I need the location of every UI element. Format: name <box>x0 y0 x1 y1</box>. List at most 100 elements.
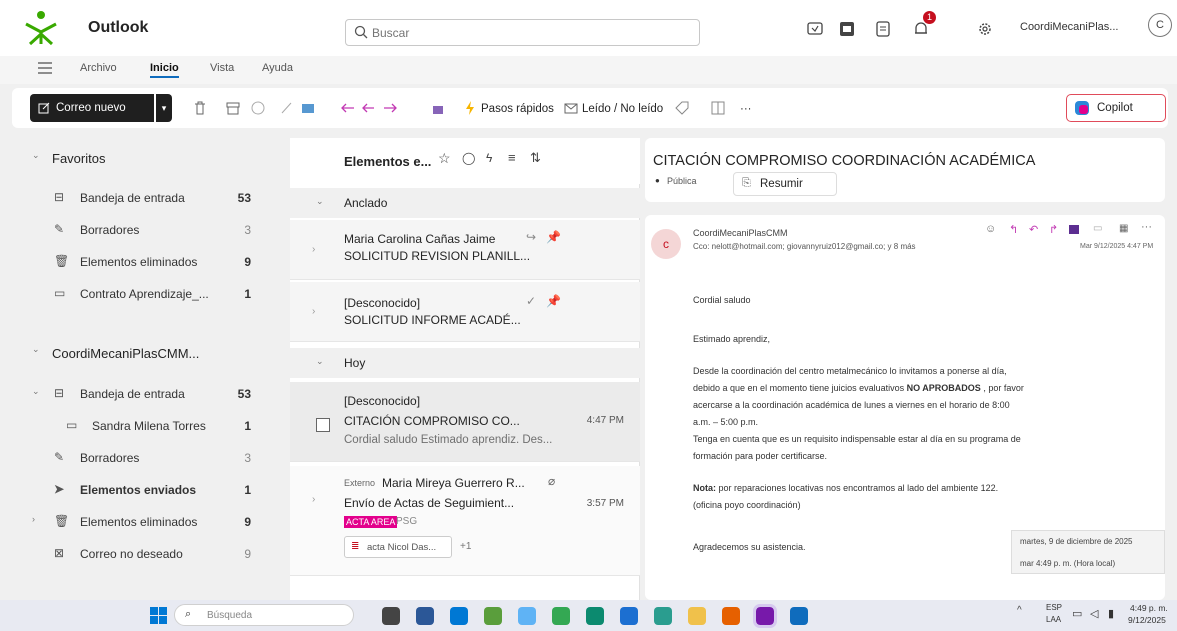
list-item[interactable]: [Desconocido] CITACIÓN COMPROMISO CO... … <box>290 382 640 462</box>
chart-icon[interactable] <box>484 607 502 625</box>
chrome-icon[interactable] <box>552 607 570 625</box>
chat-icon[interactable]: ◯ <box>462 151 475 165</box>
sidebar-item-elementos-eliminados[interactable]: 🗑 Elementos eliminados 9 <box>22 246 267 276</box>
sidebar-item-contrato-aprendizaje[interactable]: ▭ Contrato Aprendizaje_... 1 <box>22 278 267 308</box>
firefox-icon[interactable] <box>722 607 740 625</box>
avatar[interactable]: C <box>1148 13 1172 37</box>
battery-icon[interactable]: ▮ <box>1108 607 1114 620</box>
speaker-icon[interactable]: ◁ <box>1090 607 1098 620</box>
new-mail-dropdown[interactable]: ▾ <box>156 94 172 122</box>
envelope-icon[interactable] <box>563 100 579 116</box>
read-unread-button[interactable]: Leído / No leído <box>582 103 663 115</box>
chevron-up-icon[interactable]: ^ <box>1017 605 1022 616</box>
lightning-icon[interactable]: ϟ <box>486 151 492 165</box>
file-explorer-icon[interactable] <box>382 607 400 625</box>
taskbar-search[interactable]: ⌕ Búsqueda <box>174 604 354 626</box>
gear-icon[interactable] <box>976 20 994 38</box>
sweep-icon[interactable] <box>279 100 295 116</box>
language-label[interactable]: ESP <box>1046 603 1062 612</box>
quick-steps-button[interactable]: Pasos rápidos <box>481 103 554 115</box>
pin-icon[interactable]: 📌 <box>546 230 561 244</box>
bag-icon[interactable] <box>430 100 446 116</box>
edge-icon[interactable] <box>586 607 604 625</box>
move-icon[interactable] <box>300 100 316 116</box>
search-box[interactable] <box>345 19 700 46</box>
search-input[interactable] <box>372 23 692 43</box>
sidebar-item-borradores[interactable]: ✎ Borradores 3 <box>22 442 267 472</box>
reply-all-icon[interactable]: ↶ <box>1029 223 1038 236</box>
lightning-icon[interactable] <box>462 100 478 116</box>
account-header[interactable]: CoordiMecaniPlasCMM... <box>52 346 199 361</box>
meet-now-icon[interactable] <box>806 20 824 38</box>
attachment-chip[interactable]: ≣ acta Nicol Das... <box>344 536 452 558</box>
report-icon[interactable] <box>250 100 266 116</box>
attachment-more[interactable]: +1 <box>460 541 471 552</box>
sidebar-item-correo-no-deseado[interactable]: ⊠ Correo no deseado 9 <box>22 538 267 568</box>
filter-icon[interactable]: ≡ <box>508 150 516 165</box>
favorites-header[interactable]: Favoritos <box>52 151 105 166</box>
app-icon[interactable] <box>620 607 638 625</box>
summarize-button[interactable]: ⎘ Resumir <box>733 172 837 196</box>
sidebar-item-bandeja-de-entrada[interactable]: ⊟ Bandeja de entrada 53 <box>22 378 267 408</box>
app-title[interactable]: Outlook <box>88 19 148 37</box>
onenote-icon[interactable] <box>753 604 777 628</box>
reply-all-icon[interactable] <box>360 100 376 116</box>
grid-icon[interactable]: ▦ <box>1119 223 1128 234</box>
sidebar-item-elementos-enviados[interactable]: ➤ Elementos enviados 1 <box>22 474 267 504</box>
outlook-icon[interactable] <box>790 607 808 625</box>
teams-icon[interactable] <box>518 607 536 625</box>
sender-name[interactable]: CoordiMecaniPlasCMM <box>693 228 788 238</box>
archive-icon[interactable] <box>225 100 241 116</box>
chevron-down-icon[interactable]: ⌄ <box>32 386 40 397</box>
teams-icon[interactable] <box>1069 225 1079 234</box>
app2-icon[interactable] <box>654 607 672 625</box>
sender-avatar[interactable]: c <box>651 229 681 259</box>
grid-icon[interactable] <box>710 100 726 116</box>
notes-icon[interactable] <box>874 20 892 38</box>
emoji-icon[interactable]: ☺ <box>985 223 996 235</box>
clock-time[interactable]: 4:49 p. m. <box>1130 603 1168 613</box>
cc-line[interactable]: Cco: nelott@hotmail.com; giovannyruiz012… <box>693 242 993 251</box>
pin-icon[interactable]: 📌 <box>546 294 561 308</box>
star-icon[interactable]: ☆ <box>438 150 451 167</box>
tag-icon[interactable] <box>674 100 690 116</box>
menu-inicio[interactable]: Inicio <box>150 62 179 78</box>
more-options-button[interactable]: ··· <box>740 103 752 115</box>
teams-icon[interactable] <box>838 20 856 38</box>
forward-icon[interactable] <box>382 100 398 116</box>
more-icon[interactable]: ··· <box>1141 221 1152 233</box>
sidebar-item-sandra-milena-torres[interactable]: ▭ Sandra Milena Torres 1 <box>22 410 267 440</box>
clock-date[interactable]: 9/12/2025 <box>1128 615 1166 625</box>
account-name[interactable]: CoordiMecaniPlas... <box>1020 21 1118 33</box>
reply-icon[interactable] <box>340 100 356 116</box>
group-header-today[interactable]: ⌄ Hoy <box>290 348 640 378</box>
list-item[interactable]: › [Desconocido] SOLICITUD INFORME ACADÉ.… <box>290 282 640 342</box>
select-checkbox[interactable] <box>316 418 330 432</box>
sidebar-item-borradores[interactable]: ✎ Borradores 3 <box>22 214 267 244</box>
display-icon[interactable]: ▭ <box>1072 607 1082 620</box>
windows-start-icon[interactable] <box>150 607 167 624</box>
group-header-pinned[interactable]: ⌄ Anclado <box>290 188 640 218</box>
sort-icon[interactable]: ⇅ <box>530 150 541 166</box>
menu-vista[interactable]: Vista <box>210 62 234 74</box>
menu-archivo[interactable]: Archivo <box>80 62 117 74</box>
sidebar-item-elementos-eliminados[interactable]: 🗑 Elementos eliminados 9 <box>22 506 267 536</box>
unread-count: 3 <box>244 451 251 465</box>
sidebar-item-bandeja-de-entrada[interactable]: ⊟ Bandeja de entrada 53 <box>22 182 267 212</box>
folder-icon[interactable] <box>688 607 706 625</box>
chevron-down-icon[interactable]: ⌄ <box>32 344 40 355</box>
hamburger-icon[interactable] <box>38 62 52 74</box>
delete-icon[interactable] <box>192 100 208 116</box>
list-item[interactable]: › Maria Carolina Cañas Jaime SOLICITUD R… <box>290 220 640 280</box>
language-region[interactable]: LAA <box>1046 615 1061 624</box>
chevron-right-icon[interactable]: › <box>32 514 35 524</box>
folder-title[interactable]: Elementos e... <box>344 154 431 169</box>
chevron-down-icon[interactable]: ⌄ <box>32 150 40 161</box>
reply-icon[interactable]: ↰ <box>1009 223 1018 236</box>
apps-icon[interactable]: ▭ <box>1093 223 1102 234</box>
list-item[interactable]: › Externo Maria Mireya Guerrero R... ⌀ E… <box>290 466 640 576</box>
photos-icon[interactable] <box>450 607 468 625</box>
menu-ayuda[interactable]: Ayuda <box>262 62 293 74</box>
forward-icon[interactable]: ↱ <box>1049 223 1058 236</box>
store-icon[interactable] <box>416 607 434 625</box>
